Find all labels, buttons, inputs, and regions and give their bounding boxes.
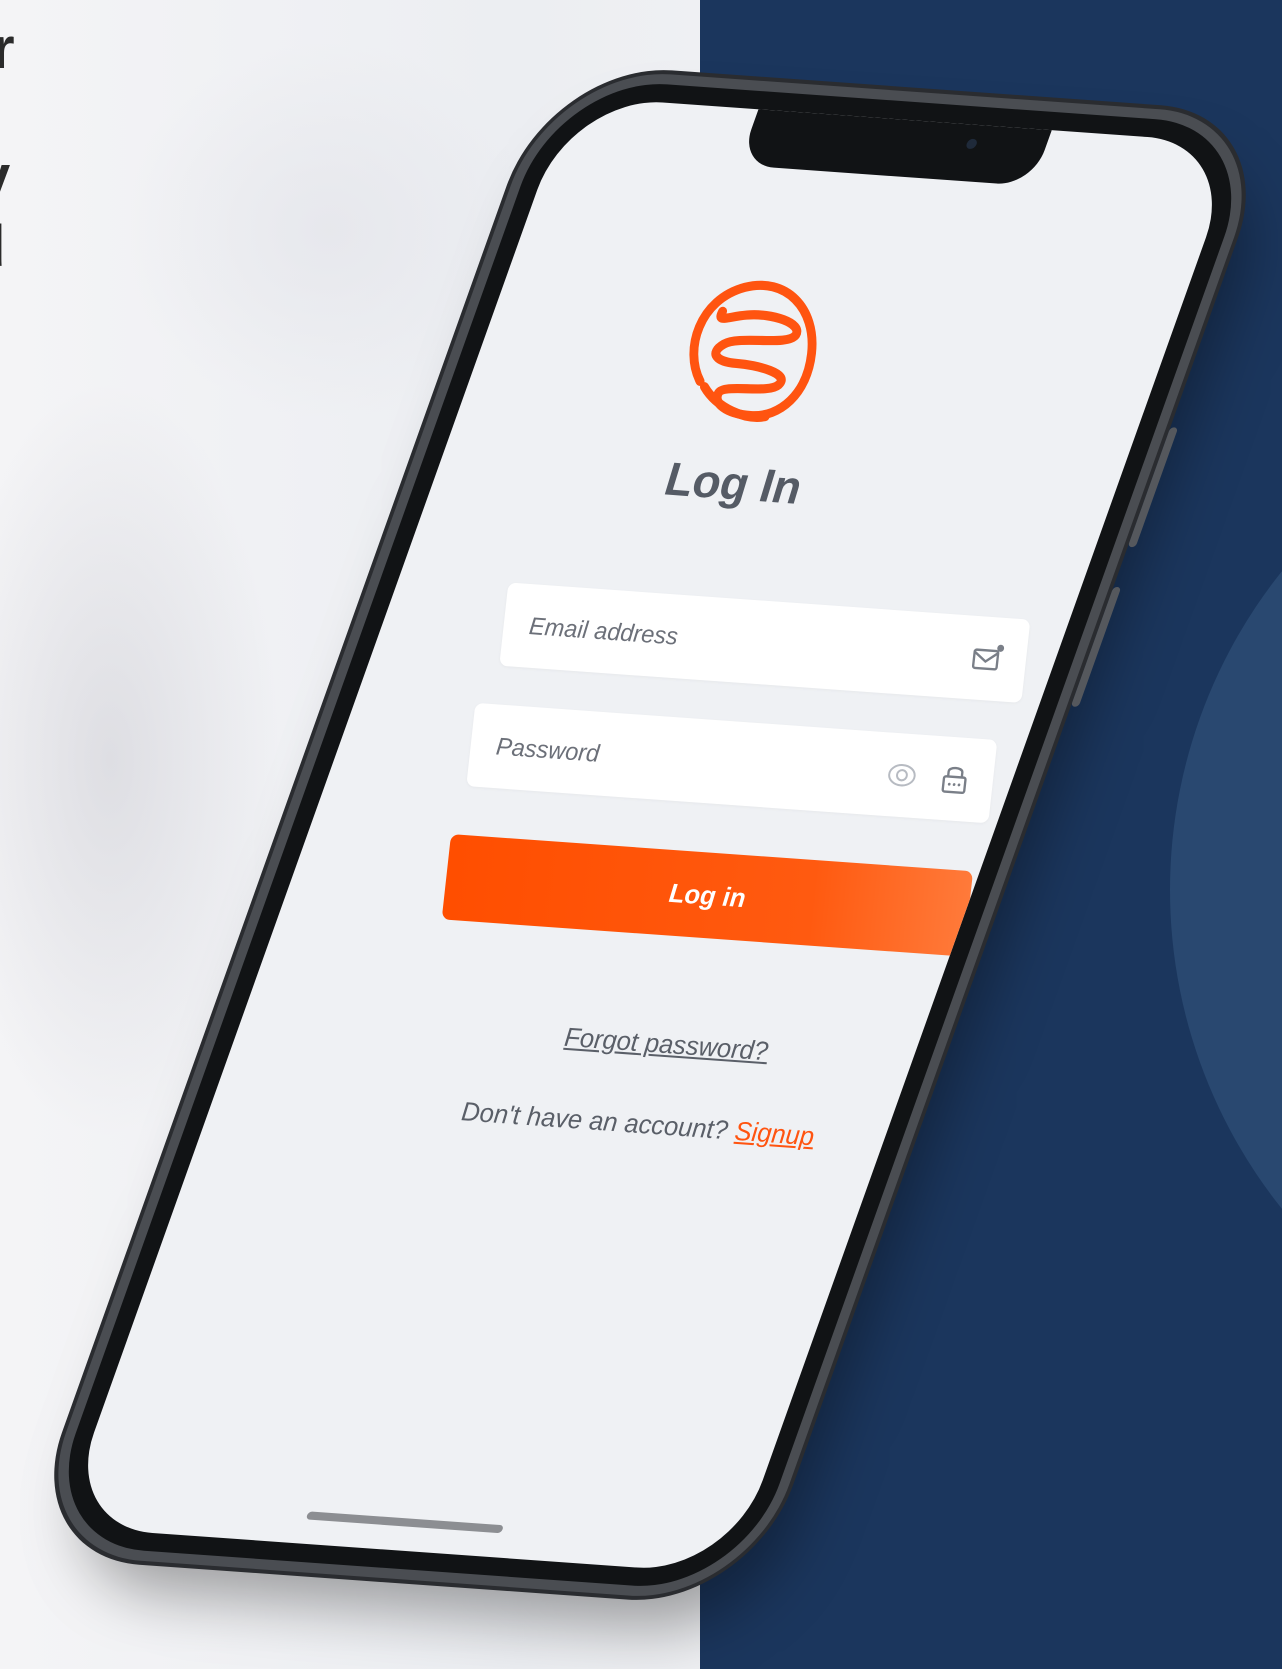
eye-icon[interactable] [883, 757, 920, 794]
forgot-password-link[interactable]: Forgot password? [291, 1002, 963, 1081]
mail-icon [969, 640, 1006, 677]
cropped-heading-glyph: y [0, 148, 10, 206]
cropped-heading-glyph: d [0, 218, 5, 276]
signup-prompt-text: Don't have an account? [459, 1095, 730, 1146]
background-circle [1170, 380, 1282, 1400]
marketing-mockup: r y d Log In [0, 0, 1282, 1669]
cropped-heading: r y d [0, 0, 40, 300]
cropped-heading-glyph: r [0, 16, 15, 81]
email-field[interactable] [499, 582, 1031, 703]
signup-link[interactable]: Signup [733, 1115, 816, 1151]
email-input[interactable] [522, 584, 902, 696]
login-button[interactable]: Log in [441, 834, 974, 957]
lock-icon [936, 761, 973, 798]
password-field[interactable] [466, 702, 998, 824]
page-title: Log In [662, 451, 804, 515]
password-input[interactable] [489, 704, 869, 817]
signup-prompt: Don't have an account? Signup [282, 1083, 954, 1162]
orange-swirl-logo-icon [655, 257, 840, 441]
logo-svg [689, 280, 817, 422]
